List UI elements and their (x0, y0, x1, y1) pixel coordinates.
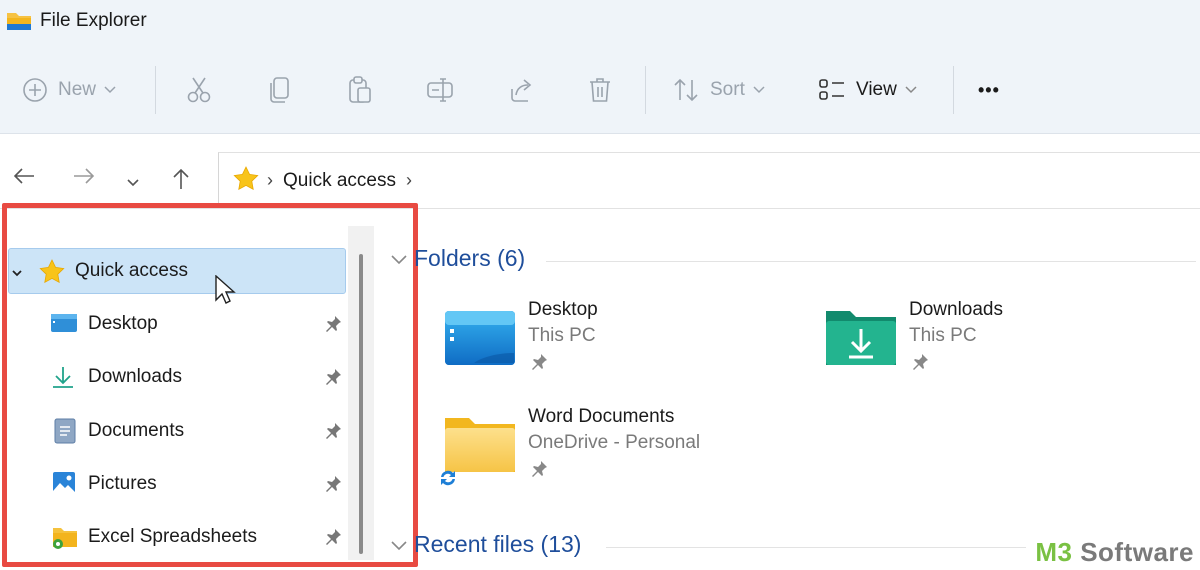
desktop-folder-icon (50, 312, 77, 336)
pictures-icon (52, 471, 78, 495)
pin-icon[interactable] (324, 475, 342, 499)
sidebar-item-desktop[interactable]: Desktop (8, 301, 346, 347)
sort-button-label: Sort (710, 79, 745, 100)
pin-icon[interactable] (324, 422, 342, 446)
navigation-pane-scrollbar[interactable] (348, 226, 374, 560)
chevron-down-icon (104, 86, 116, 94)
sidebar-item-label: Documents (88, 420, 185, 441)
new-button-label: New (58, 79, 97, 100)
downloads-folder-icon (825, 307, 897, 369)
download-icon (50, 365, 76, 389)
recent-locations-chevron-icon[interactable] (127, 174, 139, 192)
star-icon (39, 259, 65, 284)
breadcrumb-chevron-icon[interactable]: › (406, 170, 412, 191)
window-title: File Explorer (40, 10, 147, 31)
scissors-icon (186, 76, 212, 104)
expanded-chevron-icon[interactable] (11, 263, 23, 285)
rename-button[interactable] (426, 72, 454, 108)
pin-icon[interactable] (324, 368, 342, 392)
title-bar: File Explorer (0, 0, 1200, 42)
watermark-logo: M3 Software (1035, 537, 1194, 567)
sidebar-item-quick-access[interactable]: Quick access (8, 248, 346, 304)
folders-group-header[interactable]: Folders (6) (390, 245, 525, 272)
pin-icon[interactable] (324, 315, 342, 339)
sidebar-item-downloads[interactable]: Downloads (8, 354, 346, 400)
breadcrumb-quick-access[interactable]: Quick access (283, 170, 396, 192)
chevron-down-icon (390, 531, 408, 558)
sidebar-item-documents[interactable]: Documents (8, 408, 346, 454)
scrollbar-thumb[interactable] (359, 254, 363, 554)
star-icon (233, 166, 259, 195)
group-divider (606, 547, 1026, 548)
pin-icon[interactable] (324, 528, 342, 552)
sidebar-item-pictures[interactable]: Pictures (8, 461, 346, 507)
sidebar-item-label: Quick access (75, 260, 188, 281)
trash-icon (588, 76, 612, 104)
documents-icon (54, 418, 80, 444)
sidebar-item-label: Excel Spreadsheets (88, 526, 257, 547)
recent-files-group-header[interactable]: Recent files (13) (390, 531, 581, 558)
more-options-button[interactable]: ••• (978, 72, 1000, 108)
folder-name: Desktop (528, 299, 598, 320)
chevron-down-icon (905, 86, 917, 94)
sidebar-item-excel-spreadsheets[interactable]: Excel Spreadsheets (8, 514, 346, 560)
toolbar-separator (155, 66, 156, 114)
main-content: Folders (6) Desktop This PC Downloads Th… (388, 209, 1200, 570)
chevron-down-icon (753, 86, 765, 94)
address-bar[interactable]: › Quick access › (218, 152, 1200, 208)
pin-icon (911, 353, 929, 376)
toolbar-separator (953, 66, 954, 114)
command-bar: New Sort View ••• (0, 42, 1200, 134)
folder-tile-desktop[interactable]: Desktop This PC (444, 299, 824, 391)
sidebar-item-label: Desktop (88, 313, 158, 334)
view-button-label: View (856, 79, 897, 100)
new-button[interactable]: New (22, 72, 116, 108)
breadcrumb-separator: › (267, 170, 273, 190)
folder-location: This PC (909, 325, 977, 346)
group-divider (546, 261, 1196, 262)
folder-name: Downloads (909, 299, 1003, 320)
folders-group-title: Folders (6) (414, 245, 526, 271)
delete-button[interactable] (588, 72, 612, 108)
file-explorer-icon (6, 10, 34, 32)
folder-location: OneDrive - Personal (528, 432, 701, 453)
plus-circle-icon (22, 77, 48, 103)
folder-tile-word-documents[interactable]: Word Documents OneDrive - Personal (441, 406, 824, 498)
paste-button[interactable] (348, 72, 372, 108)
sidebar-item-label: Pictures (88, 473, 157, 494)
copy-icon (268, 76, 292, 104)
toolbar-separator (645, 66, 646, 114)
view-button[interactable]: View (818, 72, 917, 108)
pin-icon (530, 460, 548, 483)
sort-arrows-icon (672, 77, 700, 103)
folder-name: Word Documents (528, 406, 675, 427)
back-arrow-icon[interactable] (12, 166, 36, 191)
forward-arrow-icon[interactable] (72, 166, 96, 191)
rename-icon (426, 76, 454, 104)
copy-button[interactable] (268, 72, 292, 108)
share-icon (508, 77, 534, 103)
sync-icon (438, 468, 458, 493)
up-arrow-icon[interactable] (171, 168, 191, 195)
sort-button[interactable]: Sort (672, 72, 765, 108)
cut-button[interactable] (186, 72, 212, 108)
chevron-down-icon (390, 245, 408, 272)
share-button[interactable] (508, 72, 534, 108)
clipboard-icon (348, 76, 372, 104)
sidebar-item-label: Downloads (88, 366, 182, 387)
view-list-icon (818, 78, 846, 102)
folder-icon (444, 414, 516, 476)
excel-folder-icon (52, 525, 78, 549)
pin-icon (530, 353, 548, 376)
desktop-folder-icon (444, 309, 516, 371)
folder-location: This PC (528, 325, 596, 346)
recent-files-group-title: Recent files (13) (414, 531, 582, 557)
folder-tile-downloads[interactable]: Downloads This PC (825, 299, 1200, 391)
